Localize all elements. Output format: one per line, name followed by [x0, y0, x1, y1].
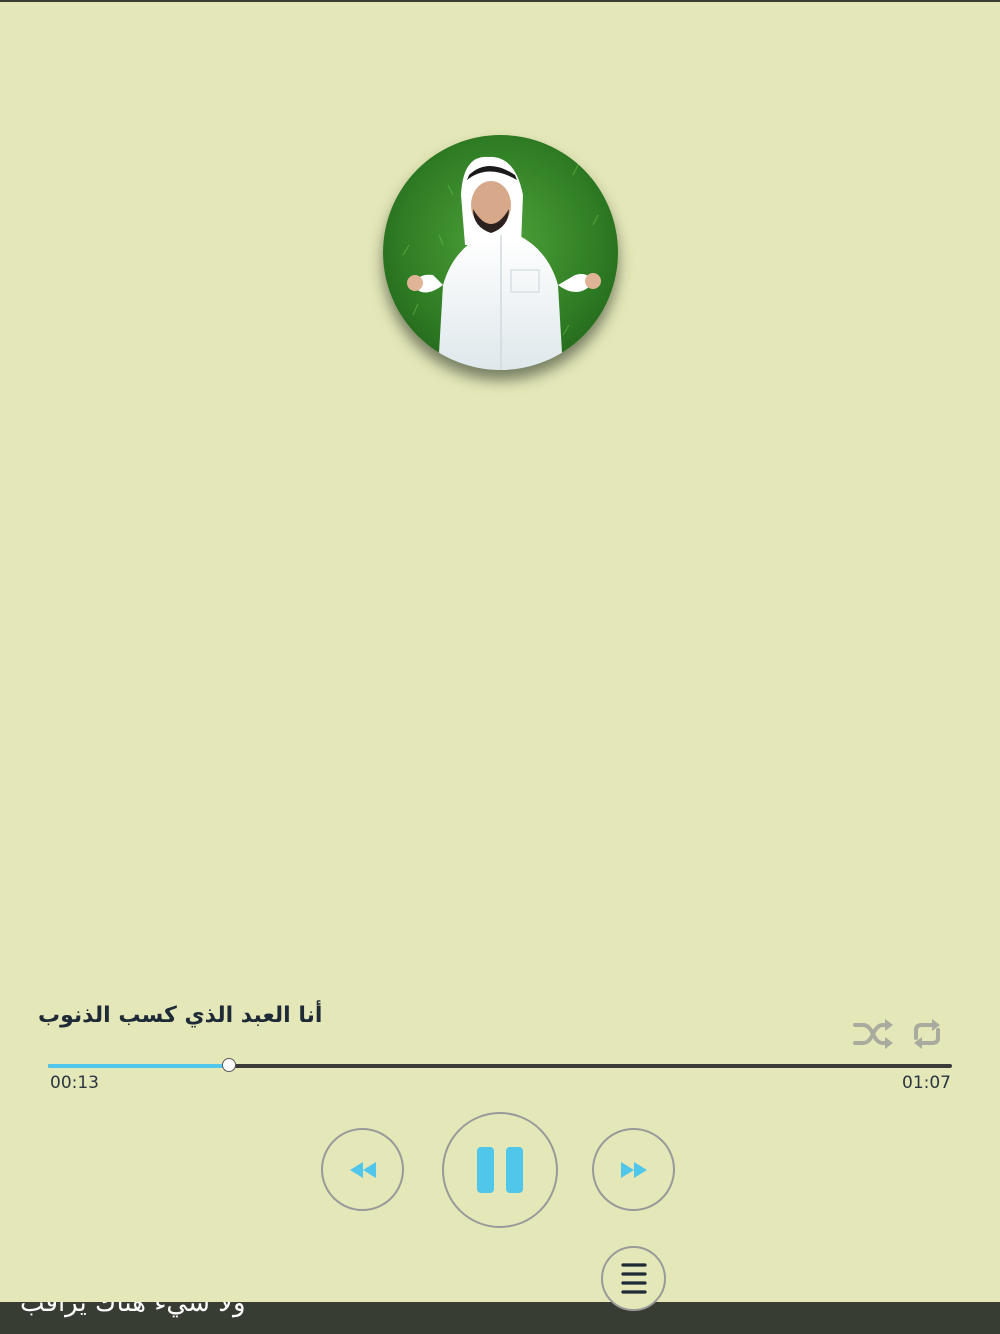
reciter-portrait-image [383, 135, 618, 370]
lyrics-ticker-text: ولا شيءٌ هناك يراقب [20, 1302, 246, 1318]
lyrics-ticker-bar: ولا شيءٌ هناك يراقب [0, 1302, 1000, 1334]
track-title: أنا العبد الذي كسب الذنوب [38, 1003, 323, 1028]
progress-bar[interactable] [48, 1058, 952, 1072]
progress-thumb[interactable] [221, 1058, 236, 1072]
shuffle-icon[interactable] [852, 1016, 894, 1052]
pause-button[interactable] [442, 1112, 558, 1228]
repeat-icon[interactable] [908, 1016, 946, 1052]
pause-icon [477, 1147, 523, 1193]
top-divider [0, 0, 1000, 2]
total-time: 01:07 [902, 1073, 951, 1093]
current-time: 00:13 [50, 1073, 99, 1093]
fast-forward-button[interactable] [592, 1128, 675, 1211]
progress-fill [48, 1064, 229, 1068]
list-icon [620, 1262, 647, 1294]
rewind-button[interactable] [321, 1128, 404, 1211]
album-artwork [383, 135, 618, 370]
fast-forward-icon [620, 1161, 647, 1178]
playlist-button[interactable] [601, 1246, 666, 1311]
rewind-icon [349, 1161, 376, 1178]
